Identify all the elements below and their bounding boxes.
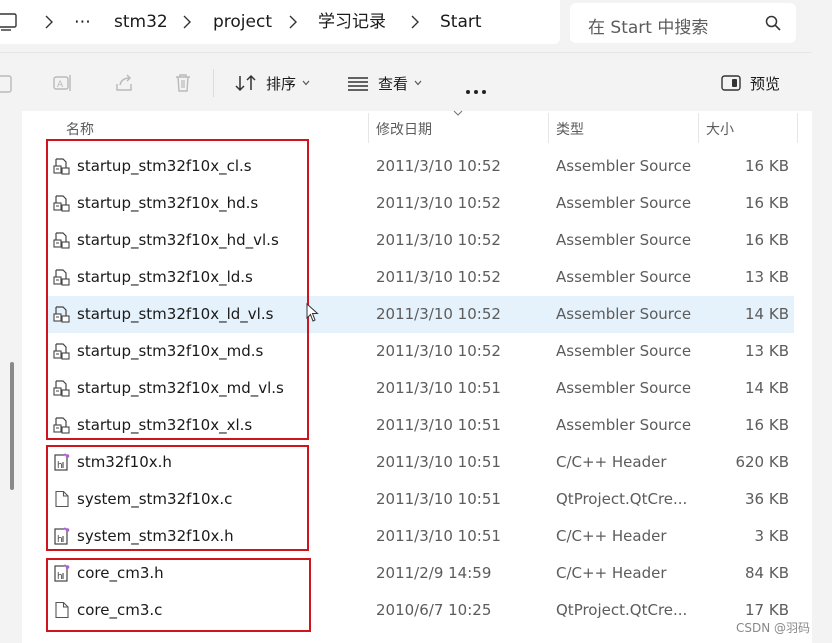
chevron-down-icon <box>414 80 422 86</box>
column-divider[interactable] <box>797 113 798 143</box>
file-modified: 2011/2/9 14:59 <box>376 564 492 582</box>
file-modified: 2011/3/10 10:51 <box>376 453 501 471</box>
file-size: 13 KB <box>745 342 789 360</box>
chevron-right-icon <box>183 15 191 29</box>
file-modified: 2011/3/10 10:51 <box>376 379 501 397</box>
file-type: Assembler Source <box>556 231 692 249</box>
mouse-cursor-icon <box>306 303 319 322</box>
breadcrumb-stm32[interactable]: stm32 <box>114 12 168 32</box>
file-type: C/C++ Header <box>556 453 667 471</box>
address-bar[interactable]: ⋯ stm32 project 学习记录 Start <box>0 0 560 44</box>
preview-pane-icon <box>721 75 741 91</box>
sort-icon <box>235 74 256 92</box>
chevron-right-icon <box>289 15 297 29</box>
file-modified: 2011/3/10 10:51 <box>376 490 501 508</box>
file-type: Assembler Source <box>556 268 692 286</box>
vertical-scrollbar[interactable] <box>10 362 14 490</box>
file-modified: 2011/3/10 10:52 <box>376 268 501 286</box>
file-type: C/C++ Header <box>556 527 667 545</box>
file-modified: 2011/3/10 10:52 <box>376 194 501 212</box>
rename-icon[interactable]: A <box>52 72 74 94</box>
breadcrumb-project[interactable]: project <box>213 12 272 32</box>
command-bar: A 排序 查看 预览 <box>0 53 812 111</box>
file-size: 16 KB <box>745 231 789 249</box>
column-header-type[interactable]: 类型 <box>556 119 584 139</box>
file-size: 14 KB <box>745 305 789 323</box>
file-type: Assembler Source <box>556 379 692 397</box>
preview-label: 预览 <box>750 74 781 93</box>
file-size: 3 KB <box>754 527 789 545</box>
computer-icon[interactable] <box>0 12 20 32</box>
right-edge <box>812 44 832 643</box>
sort-label: 排序 <box>266 74 297 93</box>
file-type: Assembler Source <box>556 157 692 175</box>
file-modified: 2011/3/10 10:52 <box>376 342 501 360</box>
file-modified: 2011/3/10 10:52 <box>376 157 501 175</box>
column-header-modified[interactable]: 修改日期 <box>376 119 432 139</box>
file-modified: 2011/3/10 10:51 <box>376 416 501 434</box>
breadcrumb-overflow[interactable]: ⋯ <box>74 12 91 32</box>
file-size: 17 KB <box>745 601 789 619</box>
file-modified: 2011/3/10 10:52 <box>376 231 501 249</box>
view-button[interactable]: 查看 <box>346 69 422 97</box>
column-divider[interactable] <box>368 113 369 143</box>
file-size: 16 KB <box>745 157 789 175</box>
chevron-right-icon <box>411 15 419 29</box>
file-type: C/C++ Header <box>556 564 667 582</box>
column-divider[interactable] <box>548 113 549 143</box>
file-type: Assembler Source <box>556 305 692 323</box>
chevron-down-icon <box>302 80 310 86</box>
file-size: 620 KB <box>735 453 789 471</box>
file-modified: 2011/3/10 10:51 <box>376 527 501 545</box>
file-size: 16 KB <box>745 194 789 212</box>
column-header-size[interactable]: 大小 <box>706 119 734 139</box>
file-modified: 2011/3/10 10:52 <box>376 305 501 323</box>
view-list-icon <box>348 77 368 91</box>
svg-text:A: A <box>57 80 64 90</box>
file-size: 16 KB <box>745 416 789 434</box>
file-type: QtProject.QtCre... <box>556 601 688 619</box>
breadcrumb-study-notes[interactable]: 学习记录 <box>318 12 386 32</box>
search-box[interactable]: 在 Start 中搜索 <box>570 3 796 43</box>
toolbar-separator <box>213 69 214 97</box>
more-options-icon[interactable] <box>466 79 490 98</box>
file-type: Assembler Source <box>556 342 692 360</box>
highlight-box-core-files <box>46 558 311 632</box>
watermark: CSDN @羽码 <box>736 621 811 635</box>
highlight-box-system-files <box>46 445 309 551</box>
chevron-right-icon <box>45 15 53 29</box>
file-size: 84 KB <box>745 564 789 582</box>
file-type: QtProject.QtCre... <box>556 490 688 508</box>
search-placeholder: 在 Start 中搜索 <box>588 18 709 38</box>
view-label: 查看 <box>378 74 409 93</box>
file-type: Assembler Source <box>556 194 692 212</box>
file-size: 13 KB <box>745 268 789 286</box>
highlight-box-startup-files <box>46 139 309 440</box>
file-size: 14 KB <box>745 379 789 397</box>
column-divider[interactable] <box>698 113 699 143</box>
sort-button[interactable]: 排序 <box>234 69 310 97</box>
delete-icon[interactable] <box>172 72 194 94</box>
preview-button[interactable]: 预览 <box>720 69 780 97</box>
file-size: 36 KB <box>745 490 789 508</box>
sort-caret-icon <box>453 110 463 116</box>
paste-icon[interactable] <box>0 72 14 94</box>
search-icon[interactable] <box>764 14 782 32</box>
breadcrumb-start[interactable]: Start <box>440 12 482 32</box>
file-type: Assembler Source <box>556 416 692 434</box>
file-modified: 2010/6/7 10:25 <box>376 601 492 619</box>
column-header-name[interactable]: 名称 <box>66 119 94 139</box>
share-icon[interactable] <box>113 72 135 94</box>
